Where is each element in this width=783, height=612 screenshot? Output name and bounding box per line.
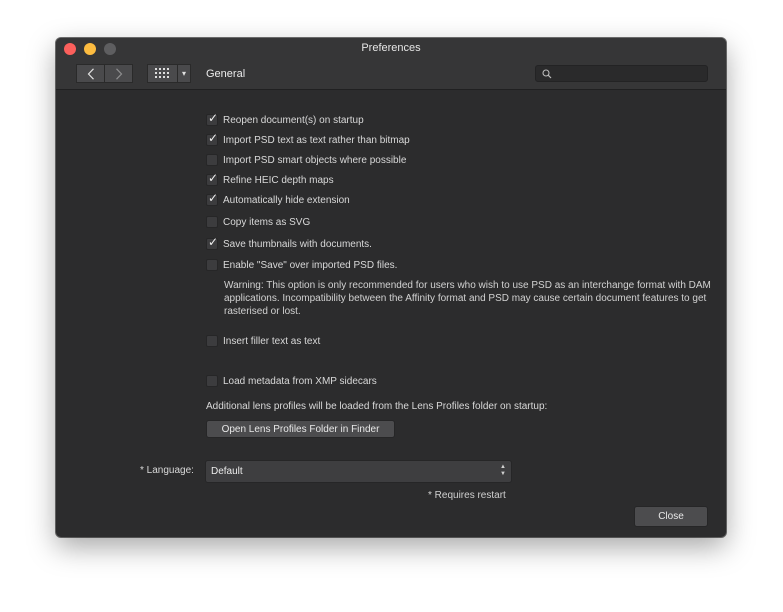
open-lens-profiles-button[interactable]: Open Lens Profiles Folder in Finder <box>206 420 395 438</box>
back-button[interactable] <box>76 64 105 83</box>
language-value: Default <box>211 466 243 477</box>
window-title: Preferences <box>361 42 421 54</box>
section-title: General <box>206 68 246 80</box>
search-icon <box>542 69 552 79</box>
checkmark-icon: ✓ <box>208 235 219 249</box>
option-save-thumbnails[interactable]: ✓ Save thumbnails with documents. <box>206 235 372 251</box>
search-input[interactable] <box>556 66 704 81</box>
option-label: Automatically hide extension <box>223 194 350 206</box>
language-label: * Language: <box>140 465 194 476</box>
option-label: Reopen document(s) on startup <box>223 114 364 126</box>
checkbox[interactable]: ✓ <box>206 111 219 126</box>
option-import-psd-smart-objects[interactable]: Import PSD smart objects where possible <box>206 153 406 167</box>
checkbox[interactable]: ✓ <box>206 235 219 250</box>
option-label: Insert filler text as text <box>223 335 321 347</box>
option-label: Import PSD text as text rather than bitm… <box>223 134 410 146</box>
show-all-button[interactable]: ▾ <box>147 64 191 83</box>
checkbox[interactable]: ✓ <box>206 171 219 186</box>
option-hide-extension[interactable]: ✓ Automatically hide extension <box>206 191 350 207</box>
option-filler-text[interactable]: Insert filler text as text <box>206 334 320 348</box>
checkbox[interactable] <box>206 216 218 228</box>
preferences-window: Preferences ▾ General ✓ Reopen document(… <box>56 38 726 537</box>
chevron-left-icon <box>87 67 94 80</box>
checkmark-icon: ✓ <box>208 131 219 145</box>
checkbox[interactable] <box>206 375 218 387</box>
grid-icon <box>148 65 178 82</box>
option-label: Load metadata from XMP sidecars <box>223 375 377 387</box>
option-xmp-metadata[interactable]: Load metadata from XMP sidecars <box>206 374 377 388</box>
checkbox[interactable]: ✓ <box>206 191 219 206</box>
chevron-down-icon[interactable]: ▾ <box>178 65 190 82</box>
toolbar: ▾ General <box>56 60 726 90</box>
option-label: Copy items as SVG <box>223 216 311 228</box>
checkbox[interactable] <box>206 259 218 271</box>
select-arrows-icon: ▲ ▼ <box>500 464 506 477</box>
checkbox[interactable]: ✓ <box>206 131 219 146</box>
restart-note: * Requires restart <box>428 490 506 501</box>
option-import-psd-text[interactable]: ✓ Import PSD text as text rather than bi… <box>206 131 410 147</box>
lens-profiles-text: Additional lens profiles will be loaded … <box>206 401 548 412</box>
close-button[interactable]: Close <box>634 506 708 527</box>
navigation-buttons <box>76 64 133 83</box>
chevron-right-icon <box>115 67 122 80</box>
title-bar: Preferences <box>56 38 726 60</box>
checkbox[interactable] <box>206 154 218 166</box>
option-label: Save thumbnails with documents. <box>223 238 372 250</box>
option-label: Enable "Save" over imported PSD files. <box>223 259 398 271</box>
option-copy-as-svg[interactable]: Copy items as SVG <box>206 215 310 229</box>
checkmark-icon: ✓ <box>208 171 219 185</box>
option-refine-heic[interactable]: ✓ Refine HEIC depth maps <box>206 171 334 187</box>
option-enable-save-psd[interactable]: Enable "Save" over imported PSD files. <box>206 258 397 272</box>
checkbox[interactable] <box>206 335 218 347</box>
option-label: Refine HEIC depth maps <box>223 174 334 186</box>
psd-warning-text: Warning: This option is only recommended… <box>224 280 711 317</box>
search-field[interactable] <box>535 65 708 82</box>
option-label: Import PSD smart objects where possible <box>223 154 407 166</box>
forward-button[interactable] <box>105 64 133 83</box>
option-reopen-documents[interactable]: ✓ Reopen document(s) on startup <box>206 111 364 127</box>
language-select[interactable]: Default ▲ ▼ <box>205 460 512 483</box>
checkmark-icon: ✓ <box>208 111 219 125</box>
checkmark-icon: ✓ <box>208 191 219 205</box>
